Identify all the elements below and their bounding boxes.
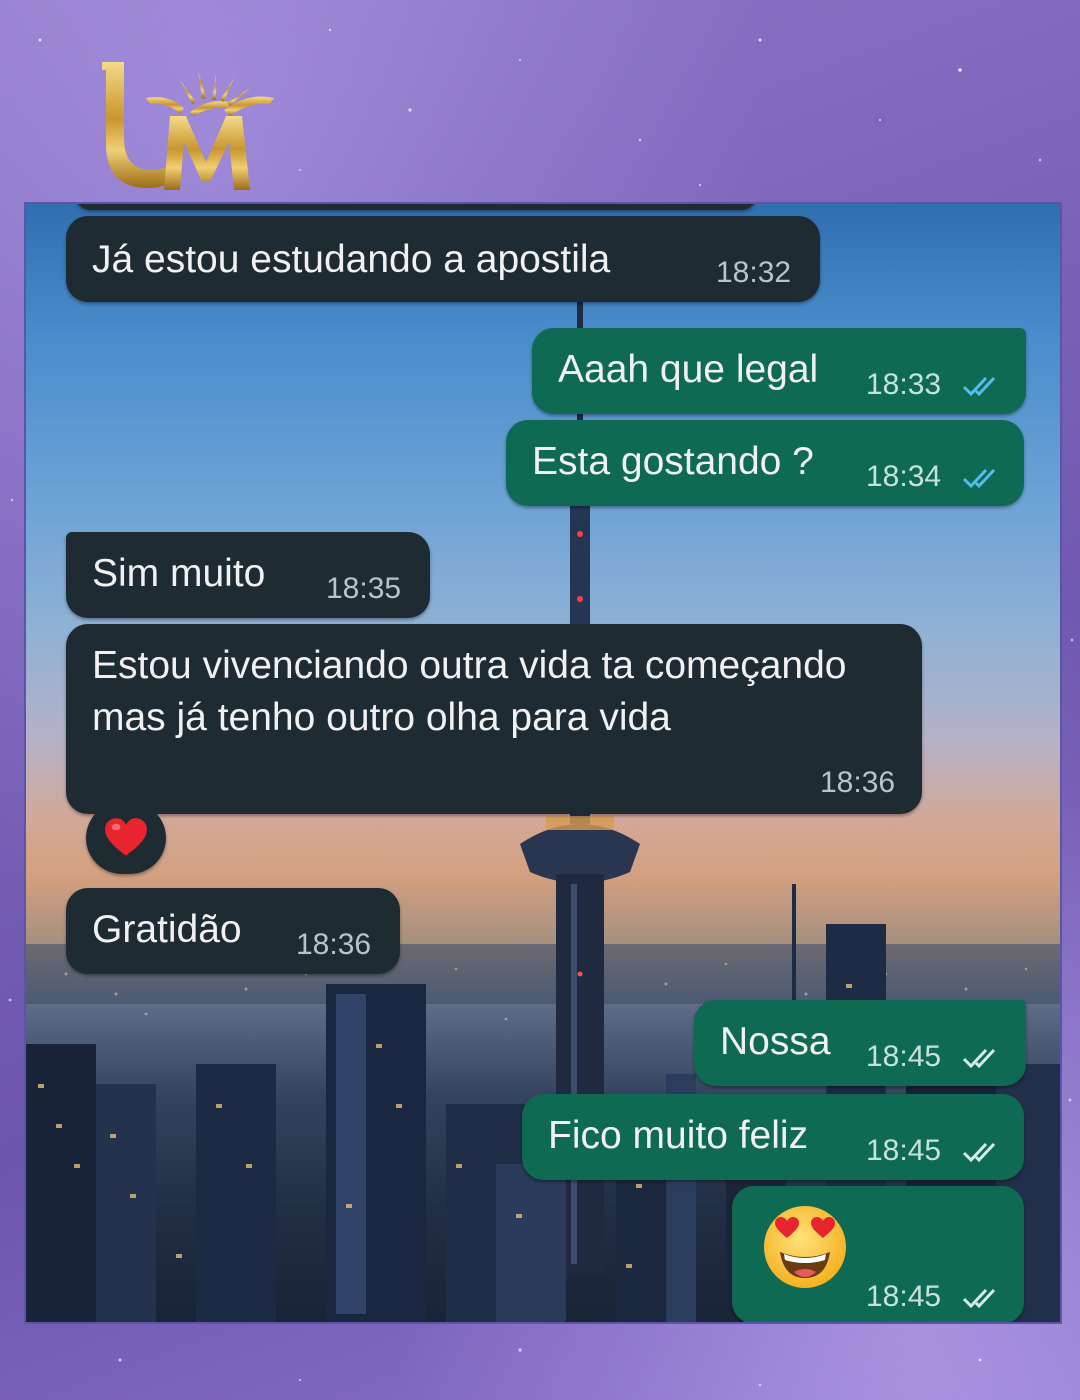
read-ticks-icon	[962, 1048, 996, 1069]
message-bubble-outgoing[interactable]: Aaah que legal 18:33	[532, 328, 1026, 414]
read-ticks-icon	[962, 1142, 996, 1163]
read-ticks-icon	[962, 376, 996, 397]
read-ticks-icon	[962, 1288, 996, 1309]
chat-screenshot: Já estou estudando a apostila 18:32 Aaah…	[24, 202, 1062, 1324]
message-bubble-outgoing[interactable]: Nossa 18:45	[694, 1000, 1026, 1086]
partial-message-bubble	[76, 204, 756, 210]
message-text: Fico muito feliz	[548, 1114, 809, 1157]
message-bubble-incoming[interactable]: Sim muito 18:35	[66, 532, 430, 618]
message-text: Sim muito	[92, 552, 266, 595]
message-time: 18:33	[866, 368, 942, 401]
message-text: Esta gostando ?	[532, 440, 814, 483]
read-ticks-icon	[962, 468, 996, 489]
message-time: 18:45	[866, 1280, 942, 1313]
message-text: Nossa	[720, 1020, 831, 1063]
message-time: 18:32	[716, 256, 792, 289]
message-time: 18:34	[866, 460, 942, 493]
message-bubble-incoming[interactable]: Já estou estudando a apostila 18:32	[66, 216, 820, 302]
message-time: 18:36	[820, 766, 896, 799]
message-time: 18:45	[866, 1040, 942, 1073]
message-time: 18:35	[326, 572, 402, 605]
message-time: 18:36	[296, 928, 372, 961]
message-bubble-outgoing[interactable]: Fico muito feliz 18:45	[522, 1094, 1024, 1180]
message-bubble-incoming[interactable]: Gratidão 18:36	[66, 888, 400, 974]
message-text: Estou vivenciando outra vida ta começand…	[92, 644, 847, 739]
message-text: Gratidão	[92, 908, 242, 951]
message-reaction[interactable]	[86, 802, 166, 874]
heart-eyes-emoji-icon	[764, 1206, 846, 1288]
message-text: Aaah que legal	[558, 348, 819, 391]
message-text: Já estou estudando a apostila	[92, 238, 611, 281]
heart-icon	[105, 818, 147, 856]
message-bubble-outgoing[interactable]: Esta gostando ? 18:34	[506, 420, 1024, 506]
brand-logo	[102, 62, 274, 190]
message-bubble-outgoing[interactable]: 18:45	[732, 1186, 1024, 1322]
message-time: 18:45	[866, 1134, 942, 1167]
message-bubble-incoming[interactable]: Estou vivenciando outra vida ta começand…	[66, 624, 922, 814]
